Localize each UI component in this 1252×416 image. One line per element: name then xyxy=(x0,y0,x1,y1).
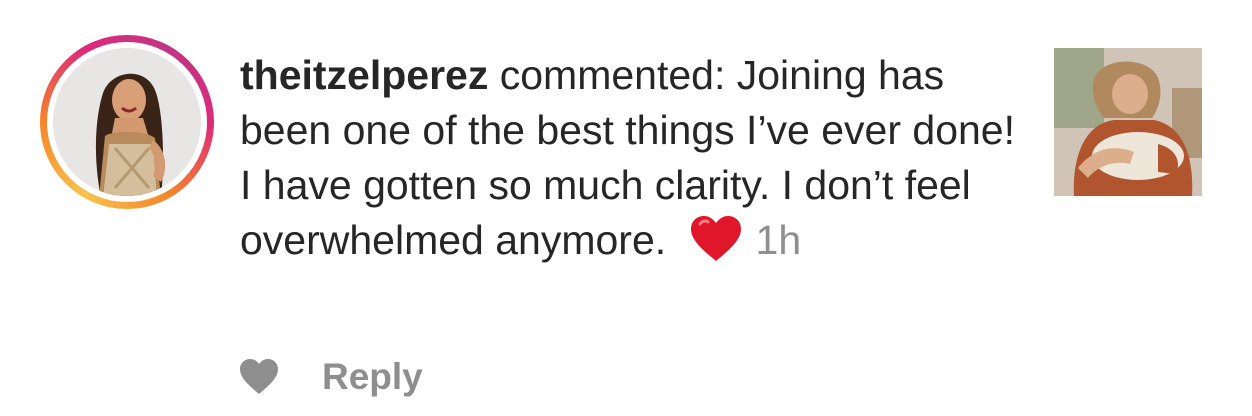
comment-username[interactable]: theitzelperez xyxy=(240,52,488,98)
activity-row: theitzelperez commented: Joining has bee… xyxy=(0,0,1252,416)
post-thumbnail[interactable] xyxy=(1054,48,1202,196)
comment-actions: Reply xyxy=(238,356,423,398)
heart-icon[interactable] xyxy=(238,358,280,396)
post-thumbnail-photo xyxy=(1054,48,1202,196)
story-ring[interactable] xyxy=(40,35,214,209)
red-heart-emoji-icon xyxy=(690,216,741,261)
avatar-photo xyxy=(53,48,201,196)
comment-timestamp: 1h xyxy=(755,217,802,263)
reply-button[interactable]: Reply xyxy=(322,356,423,398)
avatar-gap xyxy=(47,42,207,202)
avatar[interactable] xyxy=(53,48,201,196)
comment-text-block: theitzelperez commented: Joining has bee… xyxy=(240,48,1020,268)
